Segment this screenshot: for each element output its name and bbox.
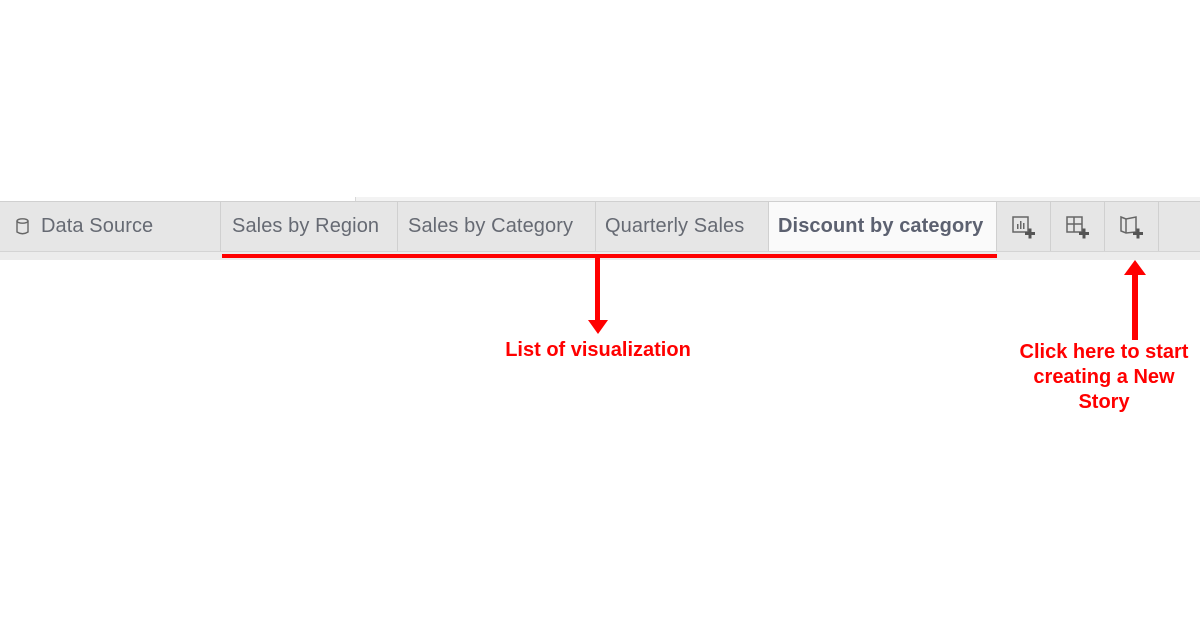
tab-label: Quarterly Sales <box>605 215 745 237</box>
arrow-down-icon <box>595 256 600 322</box>
arrow-up-head-icon <box>1124 260 1146 275</box>
arrow-down-head-icon <box>588 320 608 334</box>
tab-quarterly-sales[interactable]: Quarterly Sales <box>596 202 769 251</box>
tab-label: Data Source <box>41 215 154 237</box>
new-story-callout: Click here to start creating a New Story <box>1010 340 1198 415</box>
callout-line: Click here to start <box>1019 341 1189 363</box>
tab-label: Discount by category <box>778 215 984 237</box>
tab-label: Sales by Region <box>232 215 380 237</box>
tab-label: Sales by Category <box>408 215 574 237</box>
arrow-up-icon <box>1132 274 1138 340</box>
tab-sales-by-region[interactable]: Sales by Region <box>221 202 398 251</box>
page: Data Source Sales by Region Sales by Cat… <box>0 0 1200 630</box>
new-story-button[interactable] <box>1105 202 1159 251</box>
list-of-visualization-callout: List of visualization <box>505 339 691 361</box>
tab-data-source[interactable]: Data Source <box>0 202 221 251</box>
new-dashboard-icon <box>1065 215 1089 238</box>
database-icon <box>16 218 29 235</box>
callout-line: Story <box>1078 391 1130 413</box>
new-dashboard-button[interactable] <box>1051 202 1105 251</box>
new-story-icon <box>1119 215 1143 238</box>
callout-line: creating a New <box>1033 366 1175 388</box>
new-worksheet-button[interactable] <box>997 202 1051 251</box>
tab-discount-by-category[interactable]: Discount by category <box>769 202 997 251</box>
tab-sales-by-category[interactable]: Sales by Category <box>398 202 596 251</box>
visualization-list-underline <box>222 254 997 258</box>
sheet-tab-bar: Data Source Sales by Region Sales by Cat… <box>0 201 1200 252</box>
new-worksheet-icon <box>1011 215 1035 238</box>
